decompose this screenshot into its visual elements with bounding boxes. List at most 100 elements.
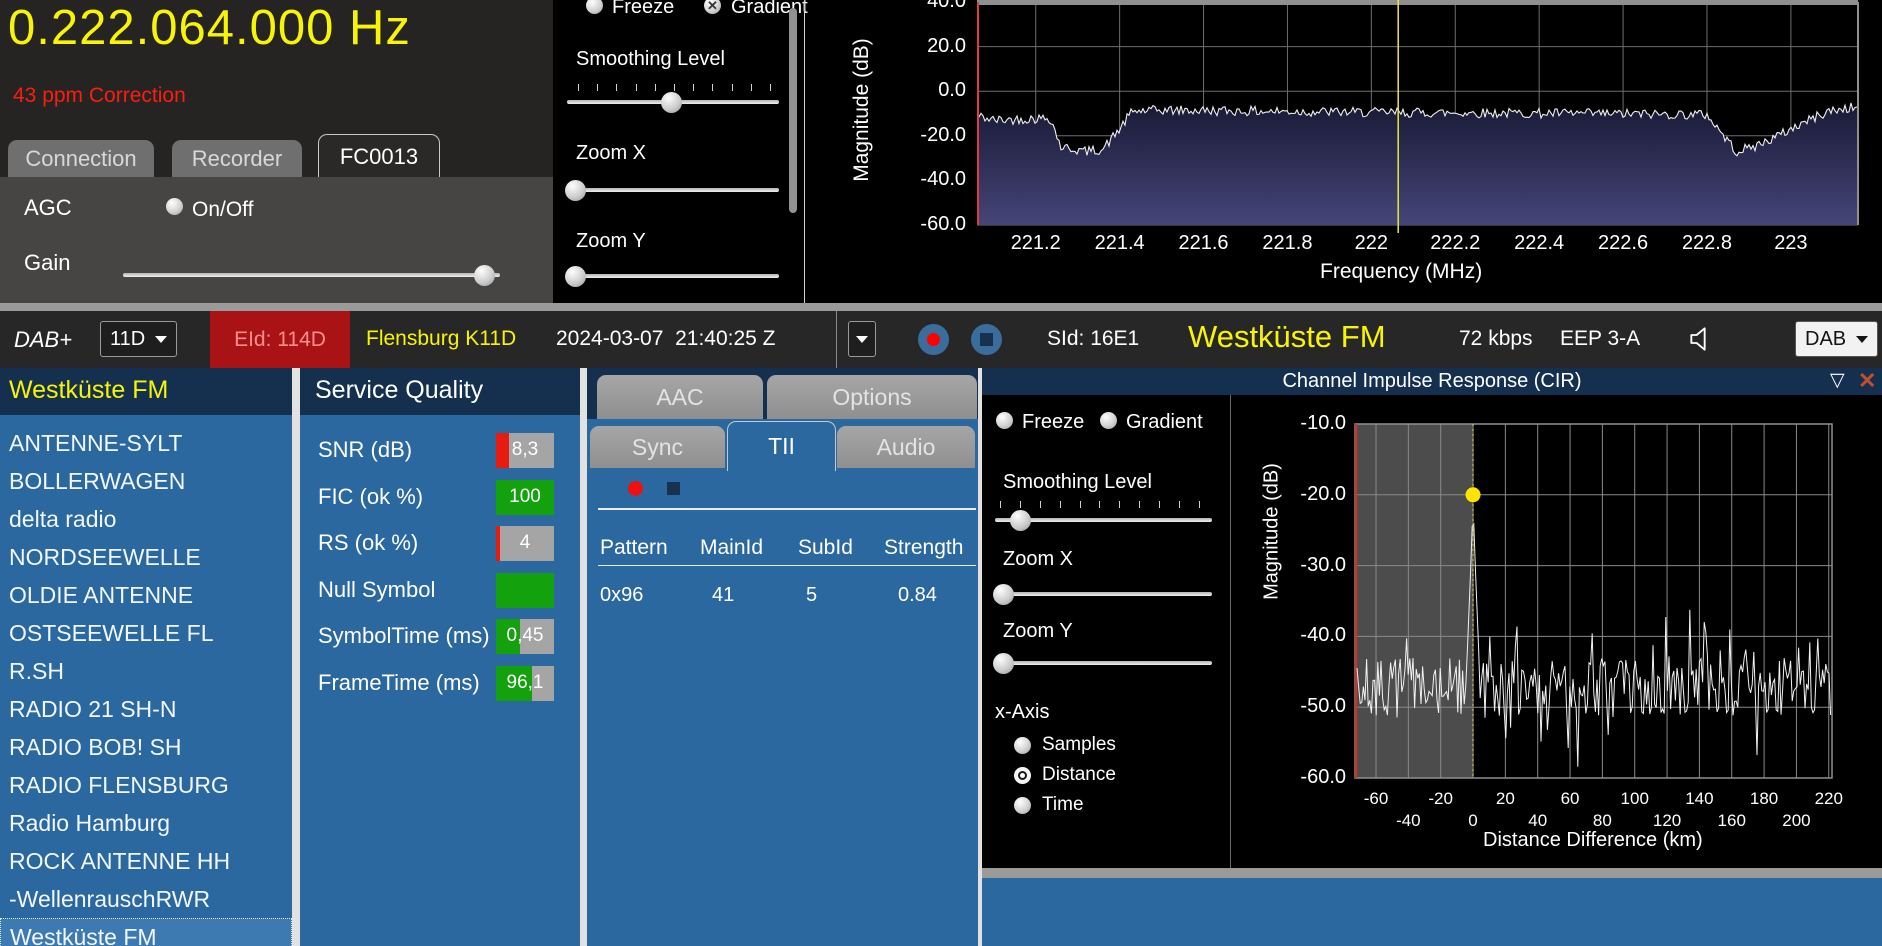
channel-select[interactable]: 11D <box>100 321 177 357</box>
protection-label: EEP 3-A <box>1560 327 1640 351</box>
tii-cell: 0.84 <box>898 584 937 607</box>
tii-cell: 5 <box>806 584 817 607</box>
spectrum-plot[interactable] <box>806 0 1882 303</box>
tuner-tab-fc0013[interactable]: FC0013 <box>318 134 440 178</box>
service-list-item[interactable]: Westküste FM <box>0 918 292 946</box>
tab-sync[interactable]: Sync <box>590 426 725 468</box>
cir-xtick: -20 <box>1411 789 1471 809</box>
service-list-item[interactable]: BOLLERWAGEN <box>0 462 292 500</box>
service-list-item[interactable]: R.SH <box>0 652 292 690</box>
service-list-item[interactable]: Radio Hamburg <box>0 804 292 842</box>
tii-header-underline <box>598 565 976 566</box>
chevron-down-icon <box>155 336 167 343</box>
tii-status-stop-indicator <box>667 482 680 495</box>
speaker-icon[interactable] <box>1686 323 1718 355</box>
spectrum-xtick: 221.6 <box>1169 232 1239 255</box>
tab-tii[interactable]: TII <box>727 421 836 471</box>
tii-column-header: MainId <box>700 536 763 560</box>
cir-xtick: 0 <box>1443 811 1503 831</box>
cir-xtick: 40 <box>1508 811 1568 831</box>
vertical-scrollbar-thumb[interactable] <box>789 8 797 213</box>
tab-options[interactable]: Options <box>767 375 977 419</box>
service-list-header: Westküste FM <box>0 368 292 415</box>
tii-column-header: SubId <box>798 536 853 560</box>
tab-aac[interactable]: AAC <box>597 375 763 419</box>
agc-label: AGC <box>24 195 72 221</box>
close-panel-icon[interactable]: ✕ <box>1858 368 1876 394</box>
stop-button[interactable] <box>971 324 1002 355</box>
quality-bar-fill <box>496 573 554 608</box>
service-list-item[interactable]: ROCK ANTENNE HH <box>0 842 292 880</box>
spectrum-zoomy-track[interactable] <box>567 274 779 278</box>
horizontal-splitter[interactable] <box>0 303 1882 311</box>
spectrum-ytick: -40.0 <box>880 168 966 191</box>
tuner-tab-recorder[interactable]: Recorder <box>172 140 302 177</box>
service-quality-header-label: Service Quality <box>315 376 483 405</box>
service-list-item[interactable]: RADIO BOB! SH <box>0 728 292 766</box>
cir-ytick: -40.0 <box>1256 624 1346 647</box>
quality-bar <box>496 573 554 608</box>
agc-onoff-label: On/Off <box>192 198 253 222</box>
gain-slider-thumb[interactable] <box>474 265 495 286</box>
quality-bar-value: 96,1 <box>496 672 554 694</box>
tab-audio[interactable]: Audio <box>837 426 975 468</box>
cir-ytick: -30.0 <box>1256 554 1346 577</box>
cir-ytick: -10.0 <box>1256 412 1346 435</box>
current-service-label: Westküste FM <box>1188 319 1386 355</box>
record-button[interactable] <box>918 324 949 355</box>
service-list-item[interactable]: ANTENNE-SYLT <box>0 424 292 462</box>
cir-xtick: -60 <box>1346 789 1406 809</box>
spectrum-zoomx-thumb[interactable] <box>565 180 586 201</box>
quality-bar: 0,45 <box>496 619 554 654</box>
spectrum-zoomx-label: Zoom X <box>576 142 646 165</box>
service-list-header-label: Westküste FM <box>9 376 168 405</box>
spectrum-xtick: 222.6 <box>1588 232 1658 255</box>
panel-separator[interactable] <box>292 368 300 946</box>
output-device-select[interactable]: DAB <box>1795 321 1878 357</box>
spectrum-ylabel: Magnitude (dB) <box>850 30 874 190</box>
chevron-down-icon <box>856 336 868 343</box>
spectrum-zoomy-thumb[interactable] <box>565 266 586 287</box>
bitrate-label: 72 kbps <box>1459 327 1533 351</box>
tii-separator-line <box>598 508 976 510</box>
record-icon <box>927 333 940 346</box>
agc-onoff-radio[interactable] <box>166 198 183 215</box>
quality-bar: 8,3 <box>496 433 554 468</box>
service-list-item[interactable]: delta radio <box>0 500 292 538</box>
service-id-label: SId: 16E1 <box>1047 327 1139 351</box>
quality-bar: 4 <box>496 526 554 561</box>
spectrum-gradient-radio[interactable]: ✕ <box>704 0 721 14</box>
service-list-item[interactable]: RADIO FLENSBURG <box>0 766 292 804</box>
cir-xtick: 100 <box>1605 789 1665 809</box>
minimize-panel-icon[interactable]: ▽ <box>1830 369 1845 392</box>
stop-icon <box>980 333 993 346</box>
bottom-splitter[interactable] <box>982 868 1882 878</box>
ppm-correction-label: 43 ppm Correction <box>13 84 186 108</box>
tuner-tab-connection[interactable]: Connection <box>8 140 154 177</box>
cir-xtick: 140 <box>1669 789 1729 809</box>
service-list-item[interactable]: OLDIE ANTENNE <box>0 576 292 614</box>
cir-title: Channel Impulse Response (CIR) <box>982 370 1882 393</box>
gain-slider-track[interactable] <box>123 273 500 277</box>
service-list: ANTENNE-SYLTBOLLERWAGENdelta radioNORDSE… <box>0 415 292 946</box>
service-list-item[interactable]: NORDSEEWELLE <box>0 538 292 576</box>
service-list-item[interactable]: -WellenrauschRWR <box>0 880 292 918</box>
spectrum-freeze-label: Freeze <box>612 0 674 19</box>
ensemble-label: Flensburg K11D <box>366 327 516 351</box>
cir-ytick: -60.0 <box>1256 766 1346 789</box>
spectrum-xtick: 223 <box>1756 232 1826 255</box>
service-list-item[interactable]: OSTSEEWELLE FL <box>0 614 292 652</box>
spectrum-zoomx-track[interactable] <box>567 188 779 192</box>
spectrum-ytick: -60.0 <box>880 213 966 236</box>
quality-bar: 100 <box>496 480 554 515</box>
spectrum-smoothing-thumb[interactable] <box>661 92 682 113</box>
frequency-display: 0.222.064.000 Hz <box>8 0 411 56</box>
smoothing-slider-ticks <box>578 84 771 91</box>
spectrum-freeze-radio[interactable] <box>586 0 603 14</box>
service-list-item[interactable]: RADIO 21 SH-N <box>0 690 292 728</box>
qirx-dab-application: 0.222.064.000 Hz 43 ppm Correction Conne… <box>0 0 1882 946</box>
panel-separator[interactable] <box>580 368 587 946</box>
expand-dropdown-button[interactable] <box>848 321 876 357</box>
spectrum-ytick: -20.0 <box>880 124 966 147</box>
quality-row-label: SymbolTime (ms) <box>318 623 490 649</box>
